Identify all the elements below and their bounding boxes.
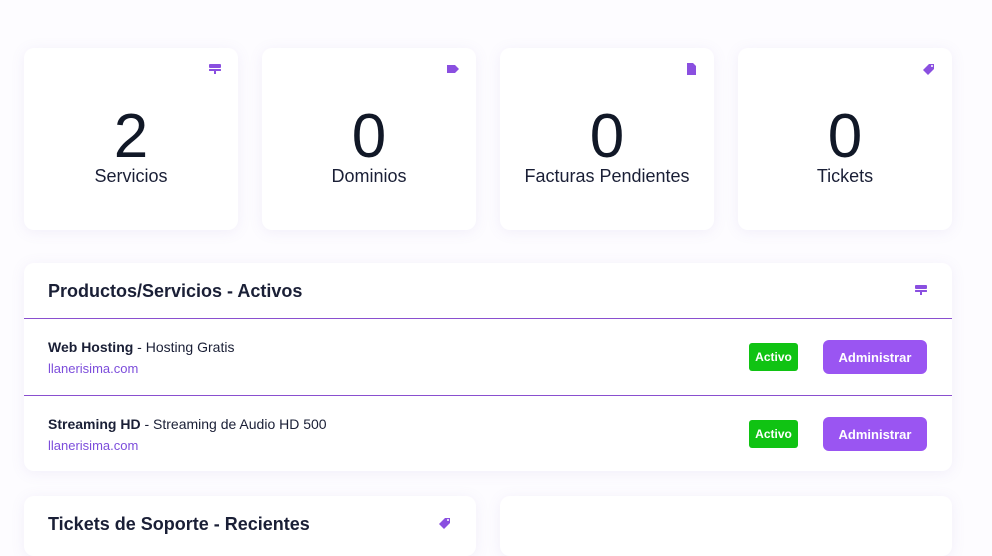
stat-card-services[interactable]: 2 Servicios — [24, 48, 238, 230]
stat-label: Servicios — [94, 166, 168, 186]
stat-value: 0 — [827, 102, 863, 171]
product-name: Streaming HD — [48, 416, 141, 432]
stat-label: Tickets — [816, 166, 874, 186]
ticket-icon — [923, 64, 934, 75]
stat-label: Facturas Pendientes — [524, 166, 690, 186]
status-badge: Activo — [749, 343, 798, 371]
separator: - — [133, 339, 146, 355]
service-domain-link[interactable]: llanerisima.com — [48, 438, 138, 453]
stat-label: Dominios — [331, 166, 407, 186]
product-name: Web Hosting — [48, 339, 134, 355]
status-badge: Activo — [749, 420, 798, 448]
active-services-panel: Productos/Servicios - Activos Web Hostin… — [24, 263, 952, 471]
service-domain-link[interactable]: llanerisima.com — [48, 361, 138, 376]
stat-value: 0 — [351, 102, 387, 171]
server-icon — [915, 285, 927, 295]
stat-card-invoices[interactable]: 0 Facturas Pendientes — [500, 48, 714, 230]
manage-button[interactable]: Administrar — [823, 417, 927, 451]
panel-title: Productos/Servicios - Activos — [48, 281, 303, 301]
file-icon — [687, 63, 696, 75]
tag-icon — [447, 65, 459, 73]
panel-title: Tickets de Soporte - Recientes — [48, 514, 310, 534]
plan-name: Streaming de Audio HD 500 — [153, 416, 327, 432]
stat-value: 0 — [589, 102, 625, 171]
ticket-icon — [439, 518, 450, 529]
empty-panel — [500, 496, 952, 556]
stat-value: 2 — [113, 102, 149, 171]
service-name: Web Hosting - Hosting Gratis — [48, 339, 234, 355]
stat-card-domains[interactable]: 0 Dominios — [262, 48, 476, 230]
separator: - — [140, 416, 154, 432]
plan-name: Hosting Gratis — [145, 339, 235, 355]
divider — [24, 395, 952, 396]
stat-card-tickets[interactable]: 0 Tickets — [738, 48, 952, 230]
manage-button[interactable]: Administrar — [823, 340, 927, 374]
service-name: Streaming HD - Streaming de Audio HD 500 — [48, 416, 327, 432]
server-icon — [209, 64, 221, 74]
divider — [24, 318, 952, 319]
recent-tickets-panel: Tickets de Soporte - Recientes — [24, 496, 476, 556]
